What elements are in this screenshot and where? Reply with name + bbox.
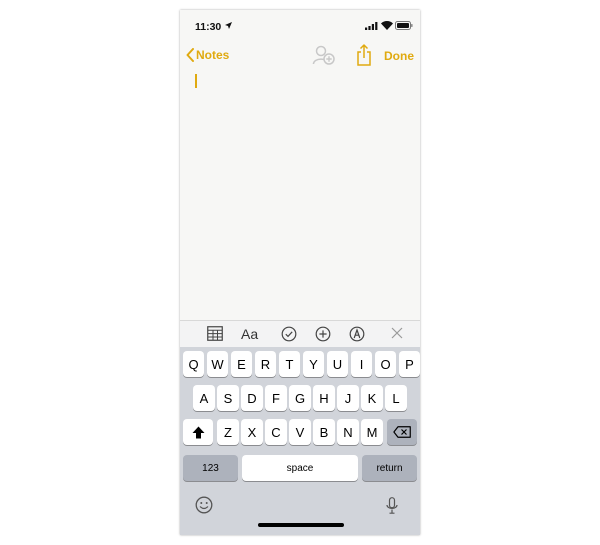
key-d[interactable]: D (241, 385, 263, 411)
key-o[interactable]: O (375, 351, 396, 377)
key-p[interactable]: P (399, 351, 420, 377)
back-button[interactable]: Notes (186, 46, 229, 64)
key-j[interactable]: J (337, 385, 359, 411)
key-f[interactable]: F (265, 385, 287, 411)
key-g[interactable]: G (289, 385, 311, 411)
backspace-icon (393, 426, 411, 438)
emoji-icon[interactable] (195, 496, 213, 514)
cellular-signal-icon (365, 22, 378, 30)
key-x[interactable]: X (241, 419, 263, 445)
close-icon[interactable] (391, 327, 403, 339)
shift-key[interactable] (183, 419, 213, 445)
key-u[interactable]: U (327, 351, 348, 377)
back-button-label: Notes (196, 48, 230, 62)
key-e[interactable]: E (231, 351, 252, 377)
text-cursor (195, 74, 197, 88)
checklist-icon[interactable] (281, 326, 297, 342)
status-time: 11:30 (195, 21, 222, 33)
add-people-icon[interactable] (312, 44, 336, 66)
add-icon[interactable] (315, 326, 331, 342)
share-icon[interactable] (356, 44, 372, 66)
battery-icon (395, 21, 413, 30)
key-n[interactable]: N (337, 419, 359, 445)
table-icon[interactable] (207, 326, 223, 341)
key-w[interactable]: W (207, 351, 228, 377)
space-key[interactable]: space (242, 455, 358, 481)
chevron-left-icon (186, 48, 194, 62)
key-s[interactable]: S (217, 385, 239, 411)
navigation-bar: Notes Done (180, 40, 420, 70)
delete-key[interactable] (387, 419, 417, 445)
key-v[interactable]: V (289, 419, 311, 445)
status-bar: 11:30 (180, 10, 420, 40)
done-button[interactable]: Done (384, 49, 414, 63)
key-t[interactable]: T (279, 351, 300, 377)
key-l[interactable]: L (385, 385, 407, 411)
key-m[interactable]: M (361, 419, 383, 445)
key-k[interactable]: K (361, 385, 383, 411)
key-a[interactable]: A (193, 385, 215, 411)
location-arrow-icon (225, 22, 232, 29)
shift-arrow-icon (192, 426, 204, 438)
keyboard: Q W E R T Y U I O P A S D F G H J K L Z … (180, 347, 420, 535)
key-y[interactable]: Y (303, 351, 324, 377)
format-toolbar: Aa (180, 320, 420, 348)
format-text-button[interactable]: Aa (241, 326, 258, 342)
phone-screen: 11:30 Notes Done Aa Q W E R T Y U I O P … (180, 10, 420, 535)
key-z[interactable]: Z (217, 419, 239, 445)
microphone-icon[interactable] (386, 497, 398, 514)
return-key[interactable]: return (362, 455, 417, 481)
wifi-icon (381, 21, 393, 30)
home-indicator[interactable] (258, 523, 344, 527)
key-r[interactable]: R (255, 351, 276, 377)
key-c[interactable]: C (265, 419, 287, 445)
markup-pen-icon[interactable] (349, 326, 365, 342)
key-h[interactable]: H (313, 385, 335, 411)
numbers-key[interactable]: 123 (183, 455, 238, 481)
key-q[interactable]: Q (183, 351, 204, 377)
key-b[interactable]: B (313, 419, 335, 445)
key-i[interactable]: I (351, 351, 372, 377)
note-editor[interactable] (180, 70, 420, 328)
